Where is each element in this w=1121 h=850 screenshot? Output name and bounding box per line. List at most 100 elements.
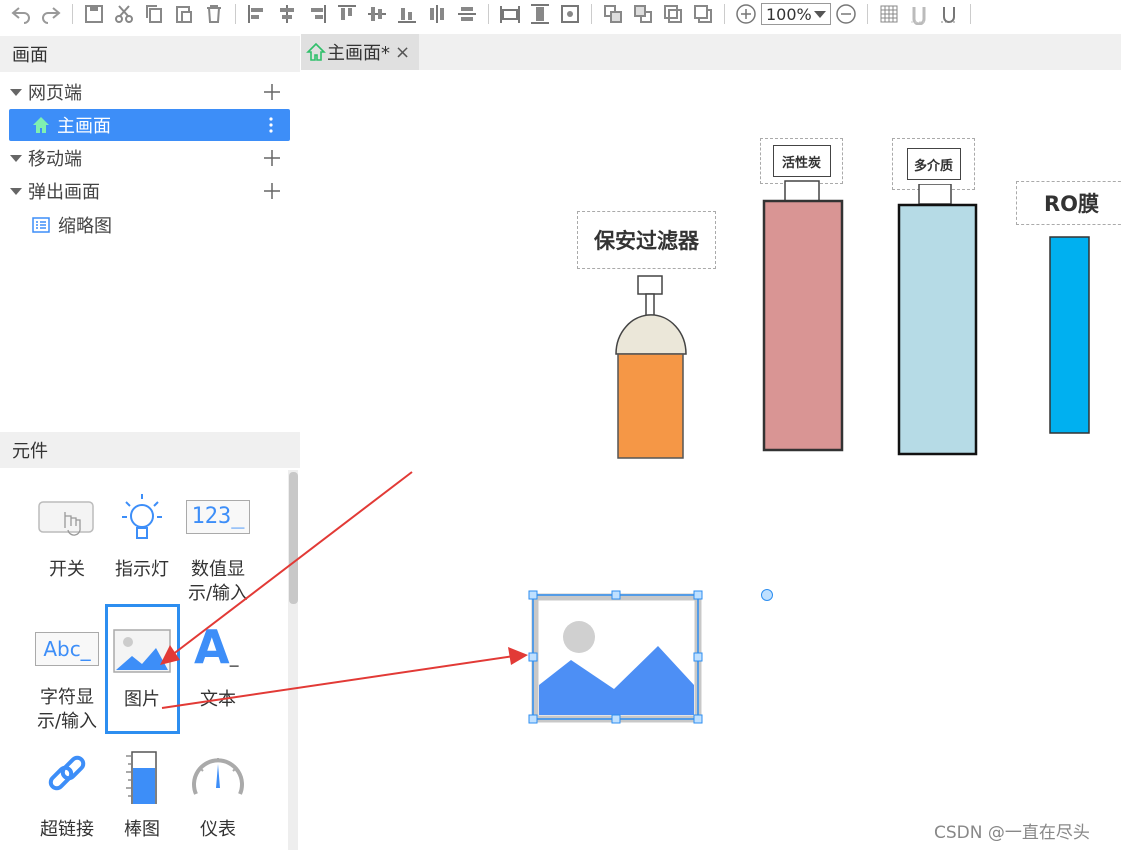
component-label: 数值显 示/输入 [187,559,249,604]
toolbar-divider [591,4,592,24]
media-label-box[interactable]: 多介质 [892,138,975,190]
distribute-vertical-icon[interactable] [452,0,482,28]
bring-front-icon[interactable] [598,0,628,28]
toolbar: 100% [0,0,1121,28]
screen-panel-header: 画面 [0,36,300,72]
tree-group-label: 移动端 [28,149,82,170]
add-icon[interactable] [262,148,282,168]
paste-icon[interactable] [169,0,199,28]
delete-icon[interactable] [199,0,229,28]
caret-down-icon[interactable] [10,154,22,162]
redo-icon[interactable] [36,0,66,28]
same-width-icon[interactable] [495,0,525,28]
tree-group-web[interactable]: 网页端 [0,76,300,108]
home-icon [306,42,326,61]
tree-item-label: 缩略图 [58,216,112,237]
design-canvas[interactable] [301,70,1121,850]
security-filter-vessel[interactable] [612,274,692,464]
cut-icon[interactable] [109,0,139,28]
align-middle-icon[interactable] [362,0,392,28]
component-bar[interactable]: 棒图 [104,748,180,848]
activated-carbon-tank[interactable] [760,180,846,455]
send-backward-icon[interactable] [688,0,718,28]
tree-group-label: 弹出画面 [28,182,100,203]
send-back-icon[interactable] [628,0,658,28]
distribute-horizontal-icon[interactable] [422,0,452,28]
copy-icon[interactable] [139,0,169,28]
align-right-icon[interactable] [302,0,332,28]
more-icon[interactable] [267,115,275,135]
component-label: 仪表 [200,819,236,840]
home-icon [33,117,49,133]
tree-group-label: 网页端 [28,83,82,104]
tree-group-popup[interactable]: 弹出画面 [0,175,300,207]
align-top-icon[interactable] [332,0,362,28]
bar-gauge-icon [126,751,157,804]
components-panel-title: 元件 [12,441,48,462]
component-label: 棒图 [124,819,160,840]
component-gauge[interactable]: 仪表 [180,748,256,848]
carbon-label-frame: 活性炭 [772,145,831,177]
media-label: 多介质 [913,158,953,174]
component-text[interactable]: A_ 文本 [180,620,256,730]
align-bottom-icon[interactable] [392,0,422,28]
string-icon: Abc_ [35,632,99,666]
zoom-out-icon[interactable] [831,0,861,28]
save-icon[interactable] [79,0,109,28]
zoom-in-icon[interactable] [731,0,761,28]
component-selection-highlight [105,604,180,734]
numeric-icon: 123_ [186,500,250,534]
screen-panel-title: 画面 [12,45,48,66]
link-icon [48,755,86,791]
add-icon[interactable] [262,82,282,102]
rotate-handle[interactable] [760,588,774,602]
snap-object-icon[interactable] [934,0,964,28]
grid-icon[interactable] [874,0,904,28]
tree-item-label: 主画面 [57,116,111,137]
align-center-icon[interactable] [272,0,302,28]
snap-grid-icon[interactable] [904,0,934,28]
caret-down-icon[interactable] [10,187,22,195]
tab-label: 主画面* [327,43,390,64]
tree-group-mobile[interactable]: 移动端 [0,142,300,174]
toolbar-divider [235,4,236,24]
tree-item-thumbnail[interactable]: 缩略图 [0,209,300,241]
text-icon-glyph: A [194,620,230,674]
same-size-icon[interactable] [555,0,585,28]
placed-picture-component[interactable] [526,588,708,728]
bring-forward-icon[interactable] [658,0,688,28]
lightbulb-icon [122,494,162,539]
component-numeric-display[interactable]: 123_ 数值显 示/输入 [180,490,256,604]
multi-media-tank[interactable] [895,184,979,458]
scrollbar-thumb[interactable] [289,472,298,604]
align-left-icon[interactable] [242,0,272,28]
component-label: 超链接 [40,819,94,840]
tab-main-screen[interactable]: 主画面* × [301,34,419,70]
tree-item-main-screen[interactable]: 主画面 [9,109,290,141]
watermark: CSDN @一直在尽头 [934,823,1090,843]
zoom-value: 100% [766,4,812,24]
component-string-display[interactable]: Abc_ 字符显 示/输入 [29,620,105,736]
filter-label-box[interactable]: 保安过滤器 [577,211,716,269]
add-icon[interactable] [262,181,282,201]
text-icon: A_ [194,620,239,674]
undo-icon[interactable] [6,0,36,28]
switch-icon [38,501,94,536]
close-icon[interactable]: × [395,42,410,63]
ro-membrane[interactable] [1048,235,1092,435]
caret-down-icon[interactable] [10,88,22,96]
toolbar-divider [970,4,971,24]
chevron-down-icon [814,10,826,18]
component-label: 文本 [200,689,236,710]
carbon-label-box[interactable]: 活性炭 [760,138,843,184]
zoom-select[interactable]: 100% [761,3,831,25]
component-label: 字符显 示/输入 [36,687,98,732]
component-hyperlink[interactable]: 超链接 [29,748,105,848]
ro-label-box[interactable]: RO膜 [1016,181,1121,225]
ro-label: RO膜 [1043,192,1100,216]
component-indicator[interactable]: 指示灯 [104,490,180,590]
component-switch[interactable]: 开关 [29,490,105,590]
component-label: 开关 [49,559,85,580]
gauge-icon [192,758,244,795]
same-height-icon[interactable] [525,0,555,28]
